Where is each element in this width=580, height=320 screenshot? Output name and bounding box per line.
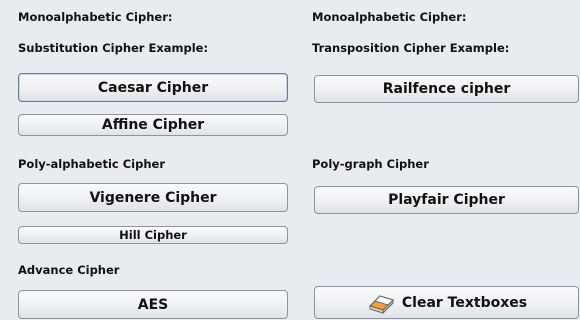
playfair-cipher-label: Playfair Cipher bbox=[388, 192, 505, 208]
caesar-cipher-label: Caesar Cipher bbox=[97, 79, 209, 96]
aes-button[interactable]: AES bbox=[18, 290, 288, 319]
hill-cipher-button[interactable]: Hill Cipher bbox=[18, 226, 288, 244]
railfence-cipher-label: Railfence cipher bbox=[382, 81, 511, 97]
clear-textboxes-button[interactable]: Clear Textboxes bbox=[314, 286, 579, 319]
poly-alphabetic-label: Poly-alphabetic Cipher bbox=[18, 157, 165, 171]
clear-textboxes-label: Clear Textboxes bbox=[401, 294, 528, 311]
affine-cipher-button[interactable]: Affine Cipher bbox=[18, 114, 288, 136]
vigenere-cipher-button[interactable]: Vigenere Cipher bbox=[18, 183, 288, 212]
aes-label: AES bbox=[137, 296, 169, 313]
affine-cipher-label: Affine Cipher bbox=[101, 117, 205, 133]
playfair-cipher-button[interactable]: Playfair Cipher bbox=[314, 186, 579, 214]
caesar-cipher-button[interactable]: Caesar Cipher bbox=[18, 73, 288, 102]
mono-label-right: Monoalphabetic Cipher: bbox=[312, 10, 467, 24]
transposition-label: Transposition Cipher Example: bbox=[312, 41, 510, 55]
poly-graph-label: Poly-graph Cipher bbox=[312, 157, 429, 171]
hill-cipher-label: Hill Cipher bbox=[119, 228, 187, 242]
advance-cipher-label: Advance Cipher bbox=[18, 263, 120, 277]
eraser-icon bbox=[366, 291, 396, 315]
mono-label-left: Monoalphabetic Cipher: bbox=[18, 10, 173, 24]
vigenere-cipher-label: Vigenere Cipher bbox=[89, 189, 217, 206]
substitution-label: Substitution Cipher Example: bbox=[18, 41, 209, 55]
railfence-cipher-button[interactable]: Railfence cipher bbox=[314, 75, 579, 103]
